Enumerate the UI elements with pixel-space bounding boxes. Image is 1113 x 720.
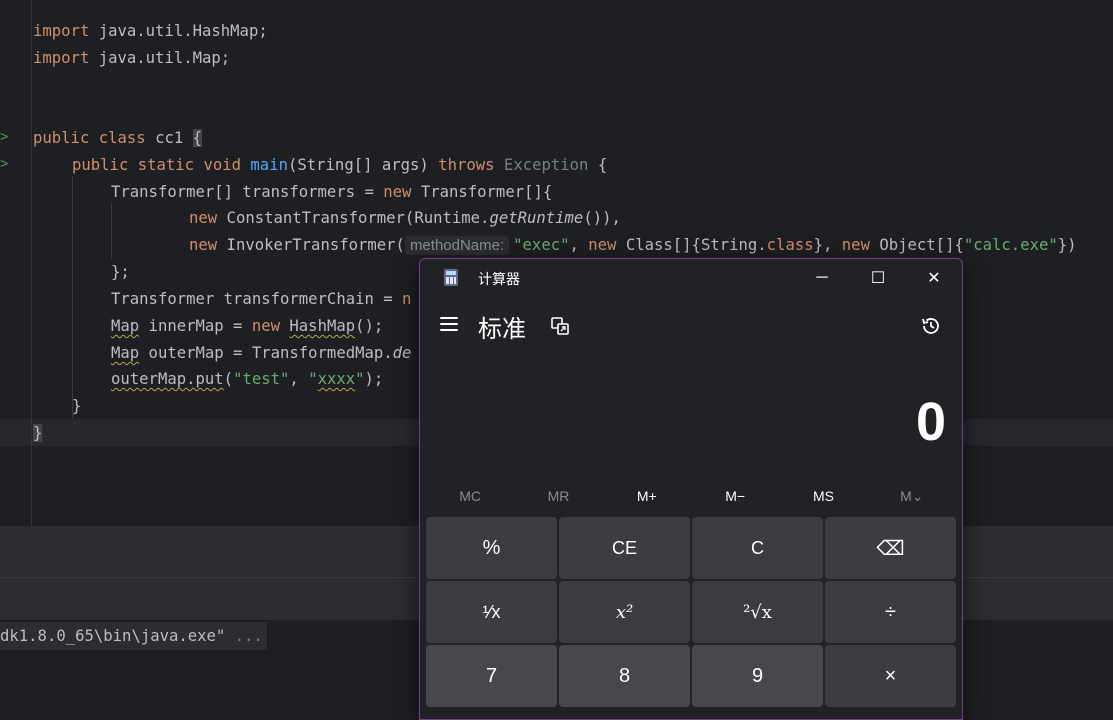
memory-row: MC MR M+ M− MS M⌄ [426,481,956,511]
code-line-constant[interactable]: new ConstantTransformer(Runtime.getRunti… [189,205,621,232]
calculator-titlebar[interactable]: 计算器 ─ ☐ ✕ [420,259,962,297]
indent-guide [111,203,112,259]
square-root-button[interactable]: ²√x [692,581,823,643]
square-button[interactable]: x² [559,581,690,643]
clear-entry-button[interactable]: CE [559,517,690,579]
code-line-1[interactable]: import java.util.HashMap; [33,18,268,45]
memory-subtract-button[interactable]: M− [691,481,779,511]
code-line-close-class[interactable]: } [33,420,43,447]
maximize-button[interactable]: ☐ [850,259,906,297]
keep-on-top-icon[interactable] [550,316,570,336]
code-line-main[interactable]: public static void main(String[] args) t… [72,152,607,179]
backspace-button[interactable]: ⌫ [825,517,956,579]
calculator-window[interactable]: 计算器 ─ ☐ ✕ 标准 0 MC MR M+ M− MS M⌄ % CE C … [419,258,963,720]
code-line-outermap[interactable]: Map outerMap = TransformedMap.de [111,340,411,367]
digit-7-button[interactable]: 7 [426,645,557,707]
code-line-chain[interactable]: Transformer transformerChain = n [111,286,411,313]
digit-8-button[interactable]: 8 [559,645,690,707]
gutter-separator [31,0,32,526]
code-line-put[interactable]: outerMap.put("test", "xxxx"); [111,366,383,393]
indent-guide [72,176,73,418]
run-class-icon[interactable]: > [0,124,8,151]
hamburger-menu-icon[interactable] [440,317,458,331]
memory-clear-button[interactable]: MC [426,481,514,511]
memory-store-button[interactable]: MS [779,481,867,511]
memory-add-button[interactable]: M+ [603,481,691,511]
memory-recall-button[interactable]: MR [514,481,602,511]
result-display: 0 [915,392,946,452]
clear-button[interactable]: C [692,517,823,579]
run-main-icon[interactable]: > [0,151,8,178]
close-button[interactable]: ✕ [906,259,962,297]
brace-match: { [192,129,203,147]
code-line-close-array[interactable]: }; [111,259,130,286]
divide-button[interactable]: ÷ [825,581,956,643]
reciprocal-button[interactable]: ¹⁄x [426,581,557,643]
memory-list-button[interactable]: M⌄ [868,481,956,511]
keypad: % CE C ⌫ ¹⁄x x² ²√x ÷ 7 8 9 × [426,517,957,707]
code-line-innermap[interactable]: Map innerMap = new HashMap(); [111,313,383,340]
calculator-header: 标准 [420,303,962,351]
calculator-app-icon [444,269,458,286]
code-line-invoker[interactable]: new InvokerTransformer(methodName: "exec"… [189,232,1077,259]
console-command-line[interactable]: dk1.8.0_65\bin\java.exe" ... [0,622,267,650]
parameter-hint: methodName: [404,236,510,255]
history-icon[interactable] [920,315,942,337]
code-line-transformers[interactable]: Transformer[] transformers = new Transfo… [111,179,552,206]
code-line-class[interactable]: public class cc1 { [33,125,203,152]
code-line-close-method[interactable]: } [72,393,81,420]
minimize-button[interactable]: ─ [794,259,850,297]
mode-title: 标准 [478,316,526,343]
multiply-button[interactable]: × [825,645,956,707]
percent-button[interactable]: % [426,517,557,579]
code-line-2[interactable]: import java.util.Map; [33,45,230,72]
window-title: 计算器 [478,271,520,287]
digit-9-button[interactable]: 9 [692,645,823,707]
